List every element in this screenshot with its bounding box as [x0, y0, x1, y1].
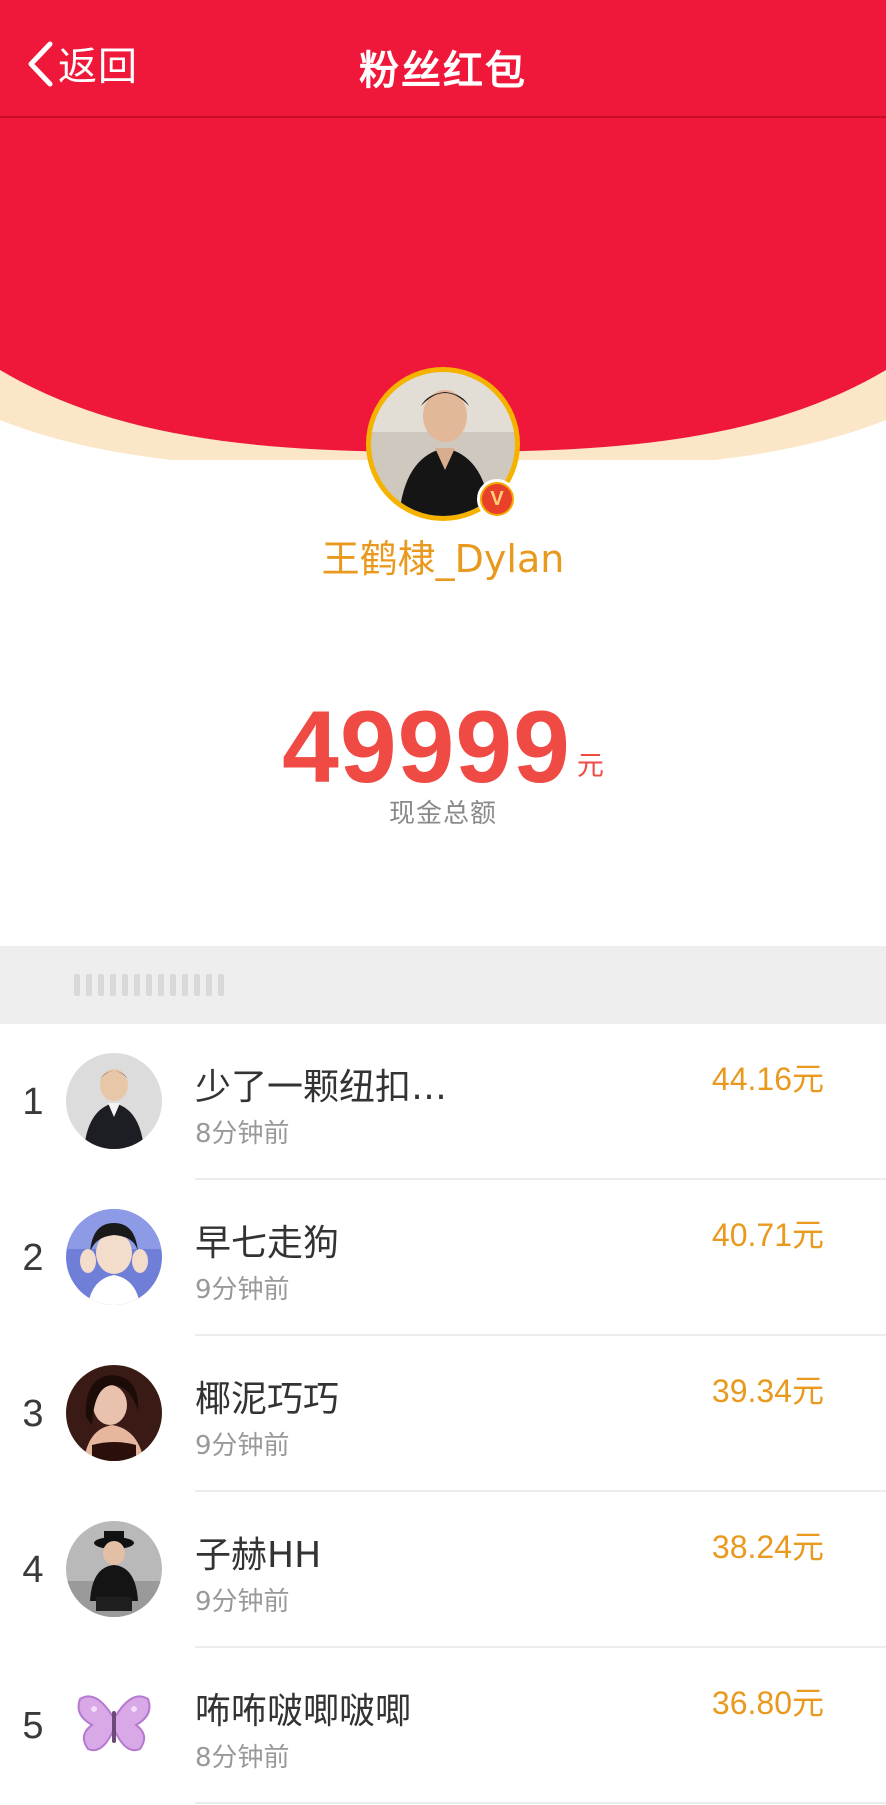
rank-number: 1	[22, 1081, 44, 1123]
received-time: 9分钟前	[195, 1431, 290, 1461]
page-title: 粉丝红包	[359, 48, 527, 94]
list-item[interactable]: 2 早七走狗 9分钟前 40.71元	[0, 1180, 886, 1336]
received-amount: 40.71元	[711, 1217, 824, 1253]
total-amount-value: 49999	[282, 690, 571, 804]
received-amount: 44.16元	[711, 1061, 824, 1097]
received-time: 9分钟前	[195, 1275, 290, 1305]
list-item[interactable]: 4 子赫HH 9分钟前 38.24元	[0, 1492, 886, 1648]
avatar[interactable]	[66, 1053, 162, 1149]
received-amount: 38.24元	[711, 1529, 824, 1565]
total-amount: 49999 元	[0, 690, 886, 804]
avatar[interactable]	[66, 1365, 162, 1461]
rank-number: 5	[22, 1705, 44, 1747]
total-amount-unit: 元	[576, 751, 604, 782]
recipient-name: 子赫HH	[195, 1535, 322, 1576]
sender-name[interactable]: 王鹤棣_Dylan	[0, 528, 886, 583]
divider	[195, 1802, 886, 1804]
rank-number: 3	[22, 1393, 44, 1435]
received-time: 8分钟前	[195, 1119, 290, 1149]
verified-badge-icon: V	[477, 479, 517, 519]
butterfly-avatar-icon[interactable]	[66, 1677, 162, 1773]
recipient-name: 咘咘啵唧啵唧	[195, 1691, 412, 1732]
blurred-label	[74, 972, 224, 998]
received-amount: 39.34元	[711, 1373, 824, 1409]
rank-number: 2	[22, 1237, 44, 1279]
avatar[interactable]	[66, 1209, 162, 1305]
sender-avatar[interactable]: V	[366, 367, 520, 521]
rank-number: 4	[22, 1549, 44, 1591]
section-band	[0, 946, 886, 1024]
total-amount-caption: 现金总额	[388, 799, 497, 829]
received-time: 9分钟前	[195, 1587, 290, 1617]
recipient-name: 椰泥巧巧	[195, 1379, 340, 1420]
received-amount: 36.80元	[711, 1685, 824, 1721]
nav-bar: 返回 粉丝红包	[0, 0, 886, 118]
list-item[interactable]: 5 咘咘啵唧啵唧 8分钟前 36.80元	[0, 1648, 886, 1804]
recipient-name: 早七走狗	[195, 1223, 340, 1264]
received-time: 8分钟前	[195, 1743, 290, 1773]
list-item[interactable]: 3 椰泥巧巧 9分钟前 39.34元	[0, 1336, 886, 1492]
list-item[interactable]: 1 少了一颗纽扣… 8分钟前 44.16元	[0, 1024, 886, 1180]
nav-divider	[0, 116, 886, 118]
avatar[interactable]	[66, 1521, 162, 1617]
recipient-name: 少了一颗纽扣…	[195, 1067, 448, 1108]
